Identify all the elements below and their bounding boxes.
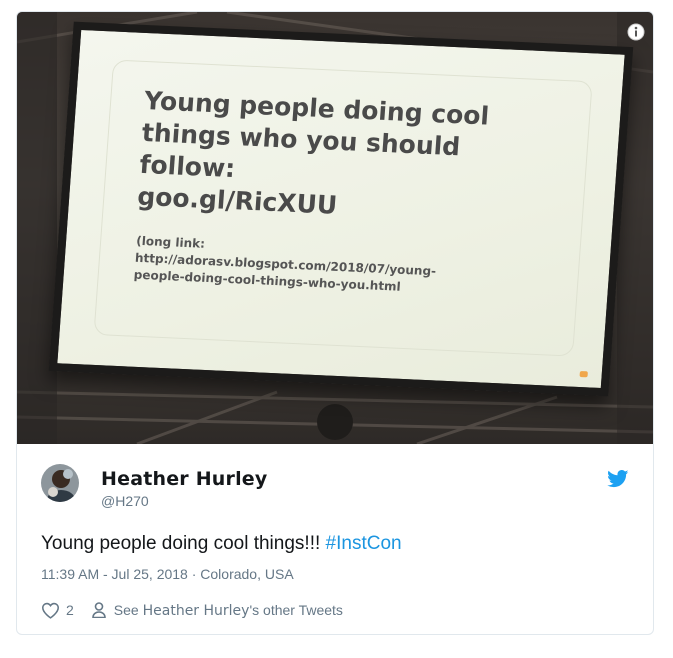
tweet-timestamp-location[interactable]: 11:39 AM - Jul 25, 2018 · Colorado, USA bbox=[41, 566, 294, 582]
hashtag-link[interactable]: #InstCon bbox=[326, 533, 402, 554]
see-prefix: See bbox=[113, 601, 143, 618]
author-name[interactable]: Heather Hurley bbox=[101, 468, 267, 490]
tweet-text: Young people doing cool things!!! #InstC… bbox=[41, 533, 402, 555]
embedded-tweet-card[interactable]: Young people doing cool things who you s… bbox=[16, 11, 654, 635]
twitter-bird-icon[interactable] bbox=[607, 470, 629, 488]
info-icon[interactable] bbox=[626, 22, 646, 42]
tweet-body: Heather Hurley @H270 Young people doing … bbox=[17, 444, 653, 634]
tweet-actions: 2 See Heather Hurley's other Tweets bbox=[41, 600, 343, 620]
like-count[interactable]: 2 bbox=[66, 602, 74, 618]
see-author-name: Heather Hurley bbox=[142, 602, 250, 619]
tweet-text-body: Young people doing cool things!!! bbox=[41, 533, 326, 554]
tweet-photo[interactable]: Young people doing cool things who you s… bbox=[17, 12, 653, 444]
slide-logo bbox=[579, 371, 588, 378]
avatar[interactable] bbox=[41, 464, 79, 502]
slide-title: Young people doing cool things who you s… bbox=[136, 85, 565, 232]
projection-screen: Young people doing cool things who you s… bbox=[48, 21, 634, 397]
heart-icon[interactable] bbox=[41, 602, 60, 619]
author-handle[interactable]: @H270 bbox=[101, 493, 149, 509]
see-other-tweets-link[interactable]: See Heather Hurley's other Tweets bbox=[114, 602, 343, 619]
avatar-image bbox=[41, 464, 79, 502]
person-icon bbox=[91, 602, 106, 618]
see-suffix: 's other Tweets bbox=[249, 601, 343, 618]
